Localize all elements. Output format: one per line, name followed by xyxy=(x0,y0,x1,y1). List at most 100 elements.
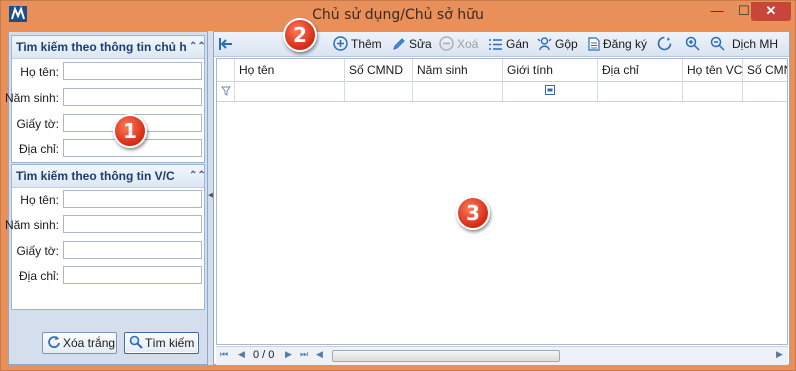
filter-row-indicator xyxy=(217,81,235,101)
vc-address-input[interactable] xyxy=(63,266,202,284)
results-panel: Thêm Sửa Xoá Gán Gộp Đăng ký Dịch MH Họ … xyxy=(213,31,790,365)
filter-cell[interactable] xyxy=(413,81,503,101)
owner-name-label: Họ tên: xyxy=(20,65,59,79)
column-header[interactable]: Họ tên VC xyxy=(683,59,743,81)
vc-document-input[interactable] xyxy=(63,241,202,259)
prev-page-icon[interactable]: ◀ xyxy=(238,349,245,360)
scrollbar-thumb[interactable] xyxy=(332,350,560,362)
filter-icon xyxy=(221,86,231,96)
add-button[interactable]: Thêm xyxy=(333,35,382,53)
scroll-right-icon[interactable]: ▶ xyxy=(776,349,783,360)
zoom-in-button[interactable] xyxy=(685,35,703,53)
window-title: Chủ sử dụng/Chủ sở hữu xyxy=(312,7,484,23)
column-header[interactable]: Số CMND xyxy=(345,59,413,81)
filter-cell[interactable] xyxy=(743,81,787,101)
owner-name-row: Họ tên: xyxy=(12,62,204,82)
assign-button[interactable]: Gán xyxy=(488,35,529,53)
column-header[interactable]: Số CMND xyxy=(743,59,787,81)
collapse-icon[interactable]: ⌃⌃ xyxy=(189,165,204,187)
vc-search-header[interactable]: Tìm kiếm theo thông tin V/C ⌃⌃ xyxy=(12,165,204,188)
plus-circle-icon xyxy=(333,36,348,51)
filter-cell[interactable] xyxy=(598,81,683,101)
magnifier-icon xyxy=(129,335,143,349)
filter-row xyxy=(217,81,787,102)
owner-birthyear-label: Năm sinh: xyxy=(4,91,59,105)
grid-navigator: ⏮ ◀ 0 / 0 ▶ ⏭ ◀ ▶ xyxy=(216,346,788,365)
delete-label: Xoá xyxy=(457,37,479,51)
close-button[interactable]: ✕ xyxy=(751,2,791,21)
move-label: Dịch MH xyxy=(732,37,779,51)
grid-header: Họ tên Số CMND Năm sinh Giới tính Địa ch… xyxy=(217,59,787,82)
last-page-icon[interactable]: ⏭ xyxy=(300,349,308,360)
filter-cell[interactable] xyxy=(345,81,413,101)
vc-name-row: Họ tên: xyxy=(12,190,204,210)
results-grid[interactable]: Họ tên Số CMND Năm sinh Giới tính Địa ch… xyxy=(216,58,788,345)
page-info: 0 / 0 xyxy=(253,349,275,361)
checkbox-filter-icon[interactable] xyxy=(545,85,555,95)
vc-birthyear-row: Năm sinh: xyxy=(5,215,204,235)
vc-document-row: Giấy tờ: xyxy=(12,241,204,261)
minus-circle-icon xyxy=(439,36,454,51)
collapse-icon[interactable]: ⌃⌃ xyxy=(189,36,204,58)
edit-button[interactable]: Sửa xyxy=(392,35,432,53)
search-button-label: Tìm kiếm xyxy=(145,336,195,350)
callout-badge: 1 xyxy=(113,114,147,148)
owner-search-group: Tìm kiếm theo thông tin chủ h ⌃⌃ Họ tên:… xyxy=(5,35,205,163)
collapse-panel-button[interactable] xyxy=(218,35,237,53)
reload-icon xyxy=(657,36,672,51)
filter-cell[interactable] xyxy=(235,81,345,101)
register-label: Đăng ký xyxy=(603,37,648,51)
pencil-icon xyxy=(393,38,405,50)
edit-label: Sửa xyxy=(409,37,432,51)
owner-birthyear-input[interactable] xyxy=(63,88,202,106)
vc-name-input[interactable] xyxy=(63,190,202,208)
owner-address-row: Địa chỉ: xyxy=(12,139,204,159)
minimize-button[interactable]: — xyxy=(704,2,730,21)
owner-name-input[interactable] xyxy=(63,62,202,80)
zoom-in-icon xyxy=(685,36,700,51)
assign-label: Gán xyxy=(506,37,529,51)
filter-cell[interactable] xyxy=(503,81,598,101)
document-icon xyxy=(588,37,600,51)
arrow-left-bar-icon xyxy=(219,38,232,50)
add-label: Thêm xyxy=(351,37,382,51)
first-page-icon[interactable]: ⏮ xyxy=(220,349,228,360)
search-button[interactable]: Tìm kiếm xyxy=(124,332,199,354)
column-header[interactable]: Giới tính xyxy=(503,59,598,81)
filter-cell[interactable] xyxy=(683,81,743,101)
register-button[interactable]: Đăng ký xyxy=(588,35,647,53)
search-button-bar: Xóa trắng Tìm kiếm xyxy=(11,311,205,362)
zoom-out-icon xyxy=(710,36,725,51)
vc-search-title: Tìm kiếm theo thông tin V/C xyxy=(16,169,175,183)
title-bar[interactable]: Chủ sử dụng/Chủ sở hữu — ☐ ✕ xyxy=(1,1,795,29)
vc-birthyear-input[interactable] xyxy=(63,215,202,233)
clear-button-label: Xóa trắng xyxy=(63,336,116,350)
vc-document-label: Giấy tờ: xyxy=(16,244,59,258)
owner-search-title: Tìm kiếm theo thông tin chủ h xyxy=(16,40,187,54)
merge-label: Gộp xyxy=(555,37,578,51)
owner-document-label: Giấy tờ: xyxy=(16,117,59,131)
row-indicator-header xyxy=(217,59,235,81)
callout-badge: 3 xyxy=(456,196,490,230)
column-header[interactable]: Địa chỉ xyxy=(598,59,683,81)
column-header[interactable]: Năm sinh xyxy=(413,59,503,81)
vc-name-label: Họ tên: xyxy=(20,193,59,207)
delete-button[interactable]: Xoá xyxy=(439,35,478,53)
owner-search-header[interactable]: Tìm kiếm theo thông tin chủ h ⌃⌃ xyxy=(12,36,204,59)
zoom-out-button[interactable]: Dịch MH xyxy=(710,35,778,53)
scroll-left-icon[interactable]: ◀ xyxy=(316,349,323,360)
search-panel: Tìm kiếm theo thông tin chủ h ⌃⌃ Họ tên:… xyxy=(5,31,208,365)
vc-address-label: Địa chỉ: xyxy=(18,269,59,283)
merge-button[interactable]: Gộp xyxy=(537,35,578,53)
next-page-icon[interactable]: ▶ xyxy=(285,349,292,360)
vc-search-group: Tìm kiếm theo thông tin V/C ⌃⌃ Họ tên: N… xyxy=(5,164,205,310)
owner-address-label: Địa chỉ: xyxy=(18,142,59,156)
merge-users-icon xyxy=(537,37,552,51)
clear-button[interactable]: Xóa trắng xyxy=(42,332,117,354)
callout-badge: 2 xyxy=(283,18,317,52)
owner-birthyear-row: Năm sinh: xyxy=(5,88,204,108)
vc-address-row: Địa chỉ: xyxy=(12,266,204,286)
column-header[interactable]: Họ tên xyxy=(235,59,345,81)
reload-button[interactable] xyxy=(657,35,675,53)
horizontal-scrollbar[interactable] xyxy=(325,350,769,362)
